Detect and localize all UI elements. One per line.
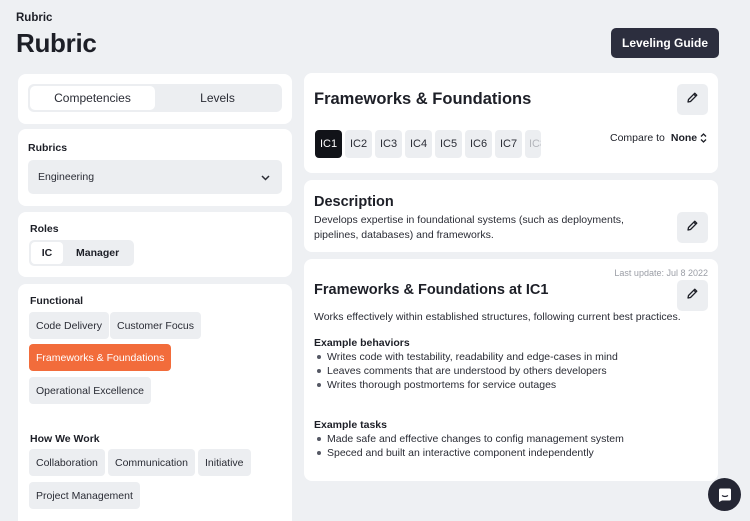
level-ic3[interactable]: IC3	[375, 130, 402, 158]
rubric-select[interactable]: Engineering	[28, 160, 282, 194]
pencil-icon	[686, 219, 699, 237]
rubrics-label: Rubrics	[28, 142, 68, 154]
chevron-up-down-icon	[700, 133, 707, 143]
edit-description-button[interactable]	[677, 212, 708, 243]
behaviors-label: Example behaviors	[314, 337, 410, 349]
tab-competencies[interactable]: Competencies	[30, 86, 155, 110]
roles-card: Roles IC Manager	[18, 212, 292, 277]
page-title: Rubric	[16, 28, 97, 58]
chip-code-delivery[interactable]: Code Delivery	[29, 312, 109, 339]
breadcrumb: Rubric	[16, 12, 53, 24]
rubrics-card: Rubrics Engineering	[18, 129, 292, 206]
level-summary: Works effectively within established str…	[314, 311, 681, 323]
functional-label: Functional	[30, 295, 84, 307]
role-option-ic[interactable]: IC	[31, 242, 63, 264]
chat-bubble-icon	[717, 487, 733, 503]
level-detail-card: Last update: Jul 8 2022 Frameworks & Fou…	[304, 259, 718, 481]
role-option-manager[interactable]: Manager	[63, 242, 132, 264]
chip-collaboration[interactable]: Collaboration	[29, 449, 105, 476]
chip-operational-excellence[interactable]: Operational Excellence	[29, 377, 151, 404]
level-ic8[interactable]: IC8	[525, 130, 541, 158]
tasks-label: Example tasks	[314, 419, 387, 431]
chip-project-management[interactable]: Project Management	[29, 482, 140, 509]
view-tabs-card: Competencies Levels	[18, 74, 292, 124]
description-card: Description Develops expertise in founda…	[304, 180, 718, 252]
tasks-list: Made safe and effective changes to confi…	[314, 432, 624, 460]
role-toggle: IC Manager	[29, 240, 135, 266]
list-item: Writes code with testability, readabilit…	[314, 350, 618, 364]
pencil-icon	[686, 287, 699, 305]
level-detail-title: Frameworks & Foundations at IC1	[314, 282, 549, 298]
list-item: Writes thorough postmortems for service …	[314, 378, 618, 392]
tab-levels[interactable]: Levels	[155, 86, 280, 110]
list-item: Speced and built an interactive componen…	[314, 446, 624, 460]
level-ic5[interactable]: IC5	[435, 130, 462, 158]
view-tabs: Competencies Levels	[28, 84, 282, 112]
list-item: Leaves comments that are understood by o…	[314, 364, 618, 378]
competency-title: Frameworks & Foundations	[314, 90, 532, 108]
level-ic7[interactable]: IC7	[495, 130, 522, 158]
competency-header-card: Frameworks & Foundations IC1 IC2 IC3 IC4…	[304, 73, 718, 173]
compare-select[interactable]: Compare to None	[610, 132, 707, 144]
pencil-icon	[686, 91, 699, 109]
edit-level-detail-button[interactable]	[677, 280, 708, 311]
rubric-select-value: Engineering	[38, 171, 95, 183]
roles-label: Roles	[30, 223, 59, 235]
how-we-work-label: How We Work	[30, 433, 100, 445]
chat-launcher-button[interactable]	[708, 478, 741, 511]
chip-customer-focus[interactable]: Customer Focus	[110, 312, 202, 339]
list-item: Made safe and effective changes to confi…	[314, 432, 624, 446]
description-title: Description	[314, 194, 394, 210]
chip-initiative[interactable]: Initiative	[198, 449, 251, 476]
last-update: Last update: Jul 8 2022	[614, 268, 708, 278]
level-ic2[interactable]: IC2	[345, 130, 372, 158]
edit-title-button[interactable]	[677, 84, 708, 115]
description-text: Develops expertise in foundational syste…	[314, 214, 624, 241]
chip-communication[interactable]: Communication	[108, 449, 195, 476]
level-ic1[interactable]: IC1	[315, 130, 342, 158]
chip-frameworks-foundations[interactable]: Frameworks & Foundations	[29, 344, 172, 371]
competency-list-card: Functional Code Delivery Customer Focus …	[18, 284, 292, 521]
level-ic6[interactable]: IC6	[465, 130, 492, 158]
compare-label: Compare to	[610, 132, 665, 144]
compare-value: None	[670, 132, 698, 144]
level-ic4[interactable]: IC4	[405, 130, 432, 158]
behaviors-list: Writes code with testability, readabilit…	[314, 350, 618, 392]
chevron-down-icon	[261, 172, 270, 184]
leveling-guide-button[interactable]: Leveling Guide	[611, 28, 719, 58]
